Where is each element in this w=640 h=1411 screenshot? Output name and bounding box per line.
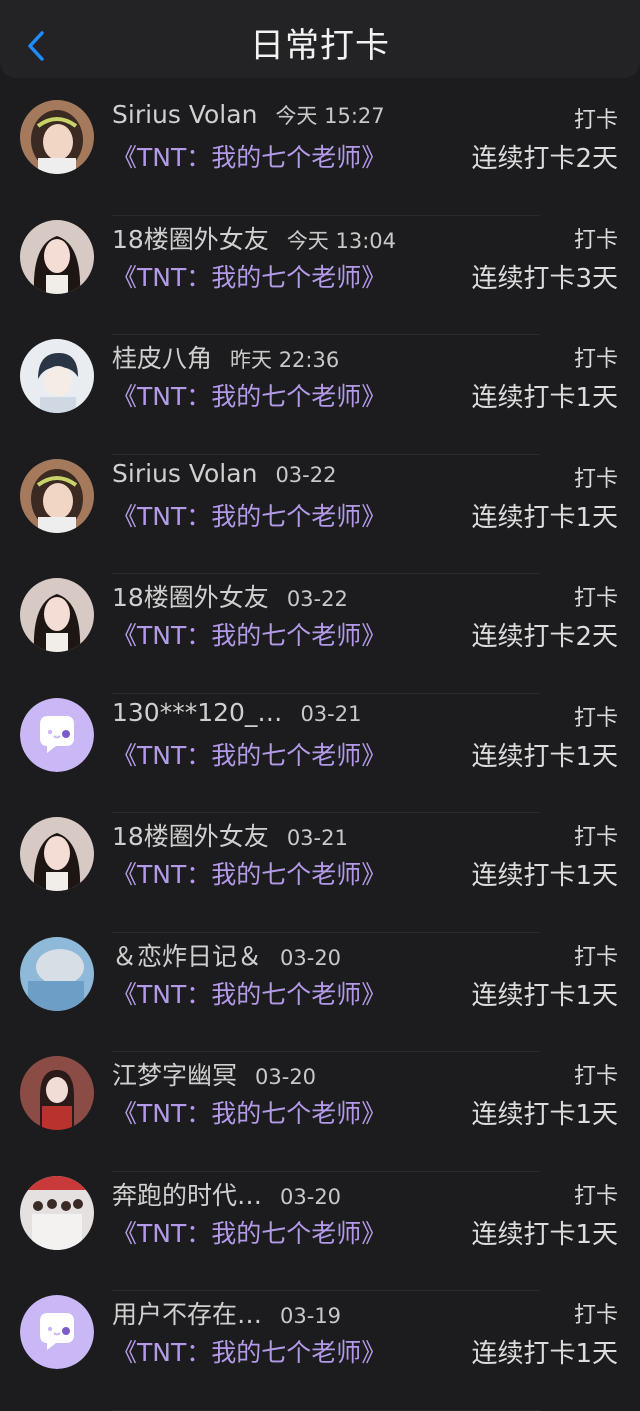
streak-text: 连续打卡1天 bbox=[471, 1219, 618, 1250]
avatar[interactable] bbox=[20, 219, 94, 294]
avatar[interactable] bbox=[20, 458, 94, 533]
streak-text: 连续打卡2天 bbox=[471, 622, 618, 652]
name-line: 130***120_… 03-21 bbox=[112, 698, 361, 734]
avatar[interactable] bbox=[20, 578, 94, 652]
checkin-row[interactable]: 18楼圈外女友 03-22 《TNT：我的七个老师》 打卡连续打卡2天 bbox=[0, 574, 640, 694]
checkin-row[interactable]: 130***120_… 03-21 《TNT：我的七个老师》 打卡连续打卡1天 bbox=[0, 694, 640, 814]
streak-text: 连续打卡1天 bbox=[471, 502, 618, 533]
name-line: 18楼圈外女友 今天 13:04 bbox=[112, 220, 396, 256]
book-title-link[interactable]: 《TNT：我的七个老师》 bbox=[112, 258, 386, 294]
avatar[interactable] bbox=[20, 936, 94, 1011]
checkin-row[interactable]: 18楼圈外女友 03-21 《TNT：我的七个老师》 打卡连续打卡1天 bbox=[0, 813, 640, 933]
name-line: 用户不存在… 03-19 bbox=[112, 1295, 341, 1331]
checkin-time: 03-21 bbox=[286, 826, 348, 850]
user-name[interactable]: 18楼圈外女友 bbox=[112, 220, 269, 256]
avatar[interactable] bbox=[20, 1175, 94, 1250]
user-name[interactable]: 桂皮八角 bbox=[112, 339, 212, 375]
book-title-link[interactable]: 《TNT：我的七个老师》 bbox=[112, 616, 386, 652]
checkin-label: 打卡 bbox=[573, 1303, 618, 1328]
user-name[interactable]: Sirius Volan bbox=[112, 459, 257, 488]
checkin-label: 打卡 bbox=[573, 586, 618, 611]
user-name[interactable]: 18楼圈外女友 bbox=[112, 817, 269, 853]
user-name[interactable]: Sirius Volan bbox=[112, 100, 257, 129]
checkin-time: 昨天 22:36 bbox=[230, 348, 340, 372]
avatar[interactable] bbox=[20, 100, 94, 174]
streak-text: 连续打卡2天 bbox=[471, 144, 618, 174]
page-title: 日常打卡 bbox=[250, 26, 390, 66]
streak-text: 连续打卡1天 bbox=[471, 861, 618, 891]
streak-text: 连续打卡1天 bbox=[471, 741, 618, 772]
checkin-row[interactable]: ＆恋炸日记＆ 03-20 《TNT：我的七个老师》 打卡连续打卡1天 bbox=[0, 933, 640, 1053]
checkin-label: 打卡 bbox=[573, 1064, 618, 1089]
avatar[interactable] bbox=[20, 697, 94, 772]
checkin-time: 03-22 bbox=[286, 587, 348, 611]
book-title-link[interactable]: 《TNT：我的七个老师》 bbox=[112, 1333, 386, 1369]
user-name[interactable]: ＆恋炸日记＆ bbox=[112, 937, 262, 973]
checkin-label: 打卡 bbox=[573, 347, 618, 372]
checkin-time: 今天 15:27 bbox=[275, 104, 385, 128]
checkin-list: Sirius Volan 今天 15:27 《TNT：我的七个老师》 打卡 连续打卡2天… bbox=[0, 96, 640, 1411]
checkin-label: 打卡 bbox=[573, 108, 618, 133]
checkin-time: 03-20 bbox=[255, 1065, 317, 1089]
checkin-time: 今天 13:04 bbox=[286, 228, 397, 253]
checkin-row[interactable]: 江梦字幽冥 03-20 《TNT：我的七个老师》 打卡连续打卡1天 bbox=[0, 1052, 640, 1172]
book-title-link[interactable]: 《TNT：我的七个老师》 bbox=[112, 138, 386, 174]
checkin-label: 打卡 bbox=[573, 825, 618, 850]
streak-text: 连续打卡1天 bbox=[471, 980, 618, 1011]
book-title-link[interactable]: 《TNT：我的七个老师》 bbox=[112, 736, 386, 772]
user-name[interactable]: 江梦字幽冥 bbox=[112, 1056, 237, 1092]
checkin-label: 打卡 bbox=[573, 944, 618, 970]
name-line: 18楼圈外女友 03-22 bbox=[112, 578, 348, 614]
user-name[interactable]: 奔跑的时代… bbox=[112, 1176, 262, 1212]
avatar[interactable] bbox=[20, 1056, 94, 1130]
avatar[interactable] bbox=[20, 1295, 94, 1369]
name-line: 奔跑的时代… 03-20 bbox=[112, 1176, 341, 1212]
name-line: Sirius Volan 今天 15:27 bbox=[112, 100, 385, 136]
checkin-time: 03-20 bbox=[280, 945, 342, 970]
name-line: ＆恋炸日记＆ 03-20 bbox=[112, 937, 341, 973]
checkin-row[interactable]: 奔跑的时代… 03-20 《TNT：我的七个老师》 打卡连续打卡1天 bbox=[0, 1172, 640, 1292]
name-line: 桂皮八角 昨天 22:36 bbox=[112, 339, 339, 375]
checkin-row[interactable]: 用户不存在… 03-19 《TNT：我的七个老师》 打卡连续打卡1天 bbox=[0, 1291, 640, 1411]
top-bar: 日常打卡 bbox=[0, 0, 640, 88]
checkin-label: 打卡 bbox=[573, 1183, 618, 1209]
book-title-link[interactable]: 《TNT：我的七个老师》 bbox=[112, 1214, 386, 1250]
checkin-time: 03-21 bbox=[300, 701, 362, 726]
avatar[interactable] bbox=[20, 817, 94, 891]
book-title-link[interactable]: 《TNT：我的七个老师》 bbox=[112, 855, 386, 891]
checkin-row[interactable]: Sirius Volan 03-22 《TNT：我的七个老师》 打卡连续打卡1天 bbox=[0, 455, 640, 575]
checkin-label: 打卡 bbox=[573, 466, 618, 492]
checkin-row[interactable]: 18楼圈外女友 今天 13:04 《TNT：我的七个老师》 打卡 连续打卡3天 bbox=[0, 216, 640, 336]
avatar[interactable] bbox=[20, 339, 94, 413]
checkin-time: 03-22 bbox=[275, 462, 337, 487]
checkin-label: 打卡 bbox=[573, 705, 618, 731]
book-title-link[interactable]: 《TNT：我的七个老师》 bbox=[112, 975, 386, 1011]
user-name[interactable]: 用户不存在… bbox=[112, 1295, 262, 1331]
streak-text: 连续打卡1天 bbox=[471, 1339, 618, 1369]
checkin-label: 打卡 bbox=[573, 227, 618, 253]
checkin-time: 03-20 bbox=[280, 1184, 342, 1209]
streak-text: 连续打卡1天 bbox=[471, 1100, 618, 1130]
name-line: 江梦字幽冥 03-20 bbox=[112, 1056, 316, 1092]
user-name[interactable]: 18楼圈外女友 bbox=[112, 578, 269, 614]
name-line: Sirius Volan 03-22 bbox=[112, 459, 336, 495]
streak-text: 连续打卡3天 bbox=[471, 263, 618, 294]
checkin-time: 03-19 bbox=[280, 1304, 342, 1328]
top-bar-panel: 日常打卡 bbox=[0, 0, 640, 78]
checkin-row[interactable]: 桂皮八角 昨天 22:36 《TNT：我的七个老师》 打卡 连续打卡1天 bbox=[0, 335, 640, 455]
checkin-row[interactable]: Sirius Volan 今天 15:27 《TNT：我的七个老师》 打卡连续打卡2天 bbox=[0, 96, 640, 216]
book-title-link[interactable]: 《TNT：我的七个老师》 bbox=[112, 377, 386, 413]
book-title-link[interactable]: 《TNT：我的七个老师》 bbox=[112, 1094, 386, 1130]
user-name[interactable]: 130***120_… bbox=[112, 698, 282, 727]
book-title-link[interactable]: 《TNT：我的七个老师》 bbox=[112, 497, 386, 533]
streak-text: 连续打卡1天 bbox=[471, 383, 618, 413]
name-line: 18楼圈外女友 03-21 bbox=[112, 817, 348, 853]
